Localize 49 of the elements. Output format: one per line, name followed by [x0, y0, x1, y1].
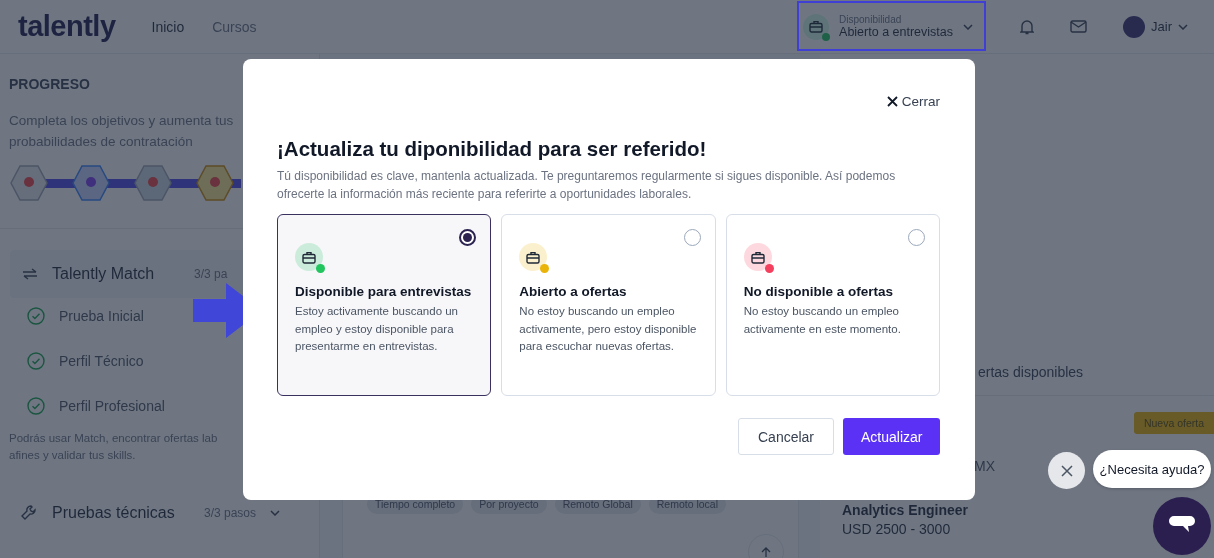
chevron-down-icon — [1178, 23, 1188, 30]
briefcase-icon — [526, 250, 541, 264]
option-description: Estoy activamente buscando un empleo y estoy disponible para presentarme en entrevistas. — [295, 304, 460, 354]
update-button[interactable]: Actualizar — [843, 418, 940, 455]
dialog-title: ¡Actualiza tu diponibilidad para ser referido! — [277, 137, 708, 161]
cancel-button[interactable]: Cancelar — [738, 418, 834, 455]
close-icon — [886, 96, 898, 107]
close-icon — [1060, 464, 1073, 477]
briefcase-icon — [750, 250, 765, 264]
section-title[interactable]: Pruebas técnicas — [52, 504, 190, 522]
offers-heading: ertas disponibles — [978, 364, 1084, 382]
job-salary: USD 2500 - 3000 — [842, 521, 951, 537]
bell-icon[interactable] — [1020, 18, 1035, 35]
chevron-down-icon — [963, 23, 973, 30]
step-label[interactable]: Perfil Profesional — [59, 398, 165, 414]
radio-button[interactable] — [683, 229, 701, 246]
availability-value: Abierto a entrevistas — [839, 25, 953, 39]
section-title: PROGRESO — [9, 76, 91, 92]
arrow-up-icon — [761, 547, 771, 557]
avatar — [1123, 15, 1146, 38]
wrench-icon — [20, 504, 38, 522]
briefcase-icon — [809, 20, 824, 33]
user-menu[interactable]: Jair — [1123, 15, 1188, 38]
swap-icon — [22, 268, 38, 280]
chat-button[interactable] — [1153, 497, 1211, 555]
step-label[interactable]: Prueba Inicial — [59, 308, 144, 324]
option-card[interactable]: No disponible a ofertas No estoy buscando un empleo activamente en este momento. — [725, 214, 940, 396]
close-button[interactable] — [1048, 452, 1085, 489]
logo[interactable]: talently — [18, 10, 116, 43]
option-card[interactable]: Disponible para entrevistas Estoy activamente buscando un empleo y estoy disponible para presentarme en entrevistas. — [277, 214, 492, 396]
job-location: MX — [974, 458, 995, 476]
option-description: No estoy buscando un empleo activamente, pero estoy disponible para escuchar nuevas ofertas. — [519, 304, 698, 354]
radio-button[interactable] — [459, 229, 477, 246]
help-bubble[interactable]: ¿Necesita ayuda? — [1093, 450, 1211, 488]
nav-link[interactable]: Inicio — [151, 18, 185, 35]
section-title: Talently Match — [52, 265, 156, 283]
chevron-down-icon — [270, 510, 281, 516]
job-title: Analytics Engineer — [842, 502, 969, 518]
dialog-description: Tú disponibilidad es clave, mantenla actualizada. Te preguntaremos regularmente si sigues disponible. Así podemos ofrecerte la información más reciente para referirte a oportunidades laborales. — [277, 168, 897, 203]
option-card[interactable]: Abierto a ofertas No estoy buscando un empleo activamente, pero estoy disponible para escuchar nuevas ofertas. — [501, 214, 716, 396]
step-label[interactable]: Perfil Técnico — [59, 353, 144, 369]
option-description: No estoy buscando un empleo activamente en este momento. — [743, 304, 902, 337]
option-title: No disponible a ofertas — [743, 284, 894, 299]
status-dot — [822, 32, 831, 41]
option-title: Abierto a ofertas — [519, 284, 628, 299]
briefcase-icon — [302, 250, 316, 264]
mail-icon[interactable] — [1070, 20, 1088, 33]
close-button[interactable]: Cerrar — [886, 94, 940, 109]
radio-button[interactable] — [908, 229, 925, 246]
